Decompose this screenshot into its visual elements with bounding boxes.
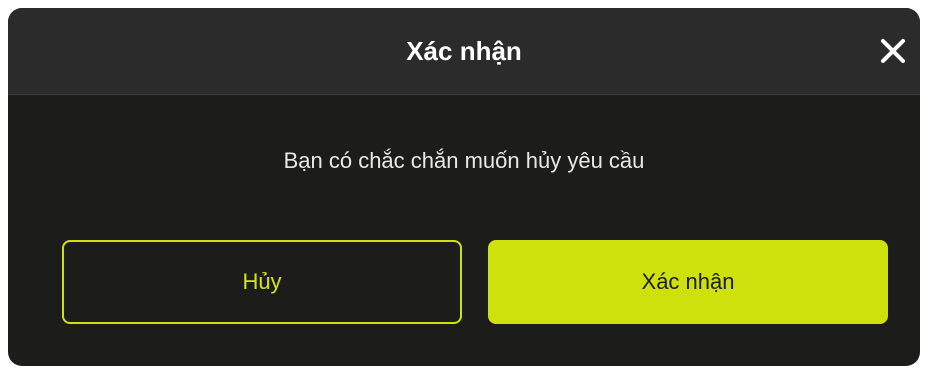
dialog-message: Bạn có chắc chắn muốn hủy yêu cầu [283,148,645,173]
confirm-dialog: Xác nhận Bạn có chắc chắn muốn hủy yêu c… [8,8,920,366]
dialog-title: Xác nhận [406,36,522,66]
close-icon[interactable] [876,34,910,68]
confirm-button[interactable]: Xác nhận [488,240,888,324]
dialog-header: Xác nhận [8,8,920,95]
cancel-button[interactable]: Hủy [62,240,462,324]
